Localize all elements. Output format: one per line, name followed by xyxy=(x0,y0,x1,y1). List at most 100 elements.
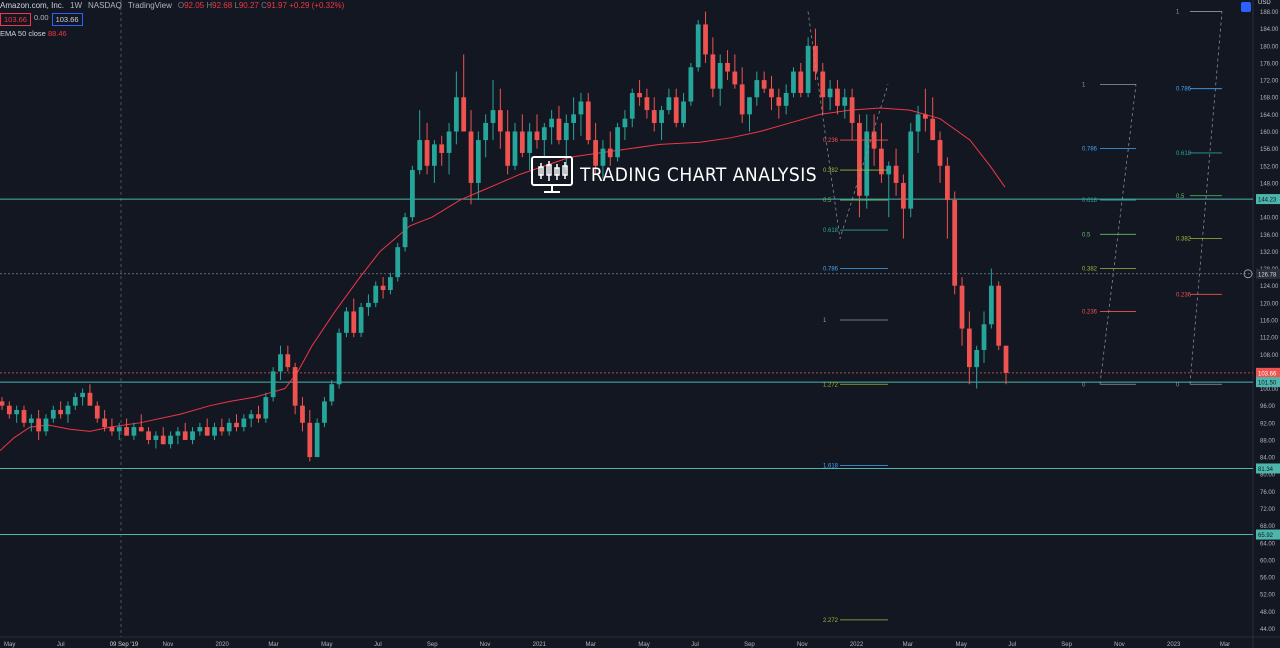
candle-body xyxy=(776,97,782,106)
candle-body xyxy=(747,97,752,115)
candle-body xyxy=(644,97,650,111)
open-value: 92.05 xyxy=(184,1,205,10)
candle-body xyxy=(65,405,71,415)
candle-body xyxy=(483,122,489,141)
fib-mid-label: 0 xyxy=(1082,382,1086,388)
candle-body xyxy=(197,427,203,432)
bid-button[interactable]: 103.66 xyxy=(0,13,31,26)
price-tick-label: 168.00 xyxy=(1260,96,1279,102)
candle-body xyxy=(380,285,386,291)
candle-body xyxy=(124,427,129,436)
time-tick-label: 09 Sep '19 xyxy=(110,642,139,648)
candlestick-chart[interactable]: 44.00 48.00 52.00 56.00 60.00 64.00 68.00 72.00… xyxy=(0,0,1280,648)
candle-body xyxy=(813,45,818,72)
fib-right-label: 0 xyxy=(1176,382,1180,388)
candle-body xyxy=(278,354,283,372)
time-tick-label: Sep xyxy=(1061,642,1072,648)
price-tick-label: 140.00 xyxy=(1260,216,1279,222)
candle-body xyxy=(944,165,950,201)
time-tick-label: Jul xyxy=(691,642,699,648)
price-tick-label: 52.00 xyxy=(1260,593,1276,599)
candle-body xyxy=(549,118,555,128)
candle-body xyxy=(703,24,708,55)
price-tick-label: 176.00 xyxy=(1260,61,1279,67)
candle-body xyxy=(461,97,467,132)
time-tick-label: May xyxy=(4,642,15,648)
candle-body xyxy=(131,427,137,436)
candle-body xyxy=(791,71,796,93)
fib-mid-label: 0.236 xyxy=(1082,309,1098,315)
time-tick-label: Jul xyxy=(1008,642,1016,648)
candle-body xyxy=(431,144,437,166)
interval-label[interactable]: 1W xyxy=(70,0,82,12)
candle-body xyxy=(395,247,401,278)
candle-body xyxy=(153,435,159,440)
candle-body xyxy=(827,88,833,98)
ema-value: 88.46 xyxy=(47,29,67,38)
settings-icon[interactable] xyxy=(1241,2,1251,12)
candle-body xyxy=(388,277,393,291)
price-tick-label: 44.00 xyxy=(1260,627,1276,633)
time-tick-label: Nov xyxy=(480,642,491,648)
price-tick-label: 116.00 xyxy=(1260,319,1279,325)
price-tick-label: 152.00 xyxy=(1260,164,1279,170)
candle-body xyxy=(930,118,936,141)
candle-body xyxy=(981,324,987,350)
price-tick-label: 64.00 xyxy=(1260,541,1276,547)
time-tick-label: May xyxy=(321,642,332,648)
candle-body xyxy=(893,165,899,183)
candle-body xyxy=(629,92,635,119)
ema-legend[interactable]: EMA 50 close 88.46 xyxy=(0,29,67,38)
candle-body xyxy=(366,302,371,308)
currency-label: USD xyxy=(1258,0,1271,6)
price-tag-label: 126.78 xyxy=(1258,272,1277,278)
candle-body xyxy=(344,311,349,333)
candle-body xyxy=(146,431,151,440)
candle-body xyxy=(637,92,642,98)
candle-body xyxy=(952,200,958,286)
candle-body xyxy=(966,328,972,368)
symbol-name[interactable]: Amazon.com, Inc. xyxy=(0,0,64,12)
chart-header: Amazon.com, Inc. 1W NASDAQ TradingView O… xyxy=(0,0,344,12)
fib-right-label: 0.618 xyxy=(1176,151,1192,157)
candle-body xyxy=(695,24,701,68)
candle-body xyxy=(761,80,767,89)
fib-extension-label: 1.618 xyxy=(823,464,839,470)
candle-body xyxy=(50,409,56,419)
candle-body xyxy=(410,170,415,218)
candle-body xyxy=(102,418,107,428)
price-tick-label: 84.00 xyxy=(1260,456,1276,462)
time-tick-label: Mar xyxy=(268,642,278,648)
candle-body xyxy=(226,422,232,432)
candle-body xyxy=(556,118,562,141)
candle-body xyxy=(270,371,276,398)
candle-body xyxy=(585,101,591,141)
price-tick-label: 96.00 xyxy=(1260,404,1276,410)
ask-button[interactable]: 103.66 xyxy=(51,13,83,26)
price-tick-label: 180.00 xyxy=(1260,44,1279,50)
candle-body xyxy=(769,88,774,98)
time-tick-label: 2022 xyxy=(850,642,864,648)
candle-body xyxy=(879,148,884,175)
price-tag-label: 103.66 xyxy=(1258,371,1277,377)
fib-mid-label: 1 xyxy=(1082,82,1086,88)
candle-body xyxy=(622,118,628,128)
watermark-text: TRADING CHART ANALYSIS xyxy=(580,164,818,186)
candle-body xyxy=(710,54,716,89)
time-tick-label: Nov xyxy=(1114,642,1125,648)
candle-body xyxy=(923,114,928,119)
time-tick-label: 2021 xyxy=(533,642,547,648)
fib-right-label: 0.786 xyxy=(1176,87,1192,93)
candle-body xyxy=(1003,345,1009,373)
fib-extension-label: 0.5 xyxy=(823,198,832,204)
candle-body xyxy=(578,101,584,115)
time-tick-label: 2020 xyxy=(215,642,229,648)
fib-right-label: 0.5 xyxy=(1176,194,1185,200)
ohlc-values: O92.05 H92.68 L90.27 C91.97 +0.29 (+0.32… xyxy=(177,1,345,10)
price-tick-label: 72.00 xyxy=(1260,507,1276,513)
price-tick-label: 132.00 xyxy=(1260,250,1279,256)
fib-extension-label: 2.272 xyxy=(823,618,839,624)
time-tick-label: Nov xyxy=(797,642,808,648)
candle-body xyxy=(28,418,34,423)
candle-body xyxy=(563,122,569,141)
